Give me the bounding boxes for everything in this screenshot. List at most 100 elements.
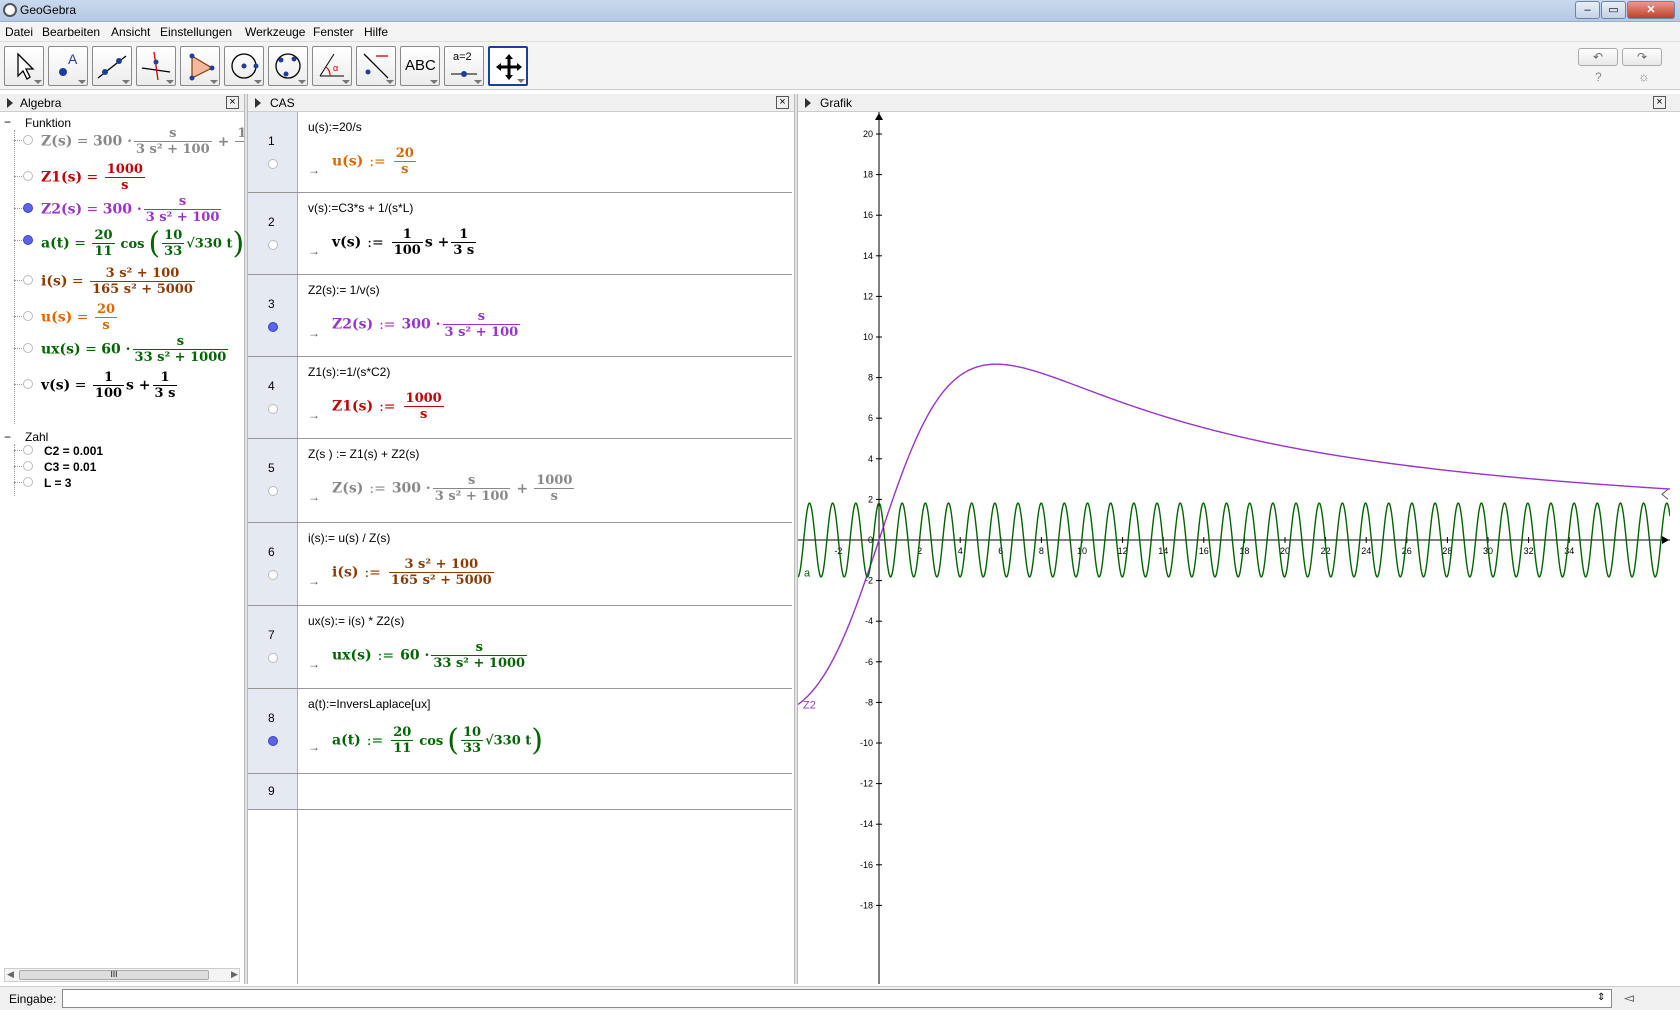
visibility-toggle[interactable] (268, 570, 278, 580)
collapse-side-arrow-icon[interactable] (1661, 488, 1669, 500)
visibility-toggle[interactable] (23, 477, 33, 487)
close-graphics-icon[interactable]: × (1653, 96, 1666, 109)
algebra-item-us[interactable]: u(s) = 20 s (41, 302, 119, 333)
visibility-toggle[interactable] (268, 404, 278, 414)
graphics-view[interactable]: -2 2 4 6 8 10 12 14 16 18 20 22 24 26 28 30 32 34 20 18 16 14… (797, 112, 1671, 984)
visibility-toggle[interactable] (23, 445, 33, 455)
move-tool-button[interactable] (4, 46, 44, 86)
collapse-funktion-icon[interactable]: − (4, 115, 11, 129)
visibility-toggle[interactable] (23, 275, 33, 285)
visibility-toggle[interactable] (23, 379, 33, 389)
slider-tool-button[interactable]: a=2 (444, 46, 484, 86)
collapse-triangle-icon[interactable] (7, 98, 13, 108)
cas-row-header[interactable]: 2 (248, 193, 298, 274)
redo-button[interactable]: ↷ (1622, 48, 1662, 66)
visibility-toggle[interactable] (268, 486, 278, 496)
visibility-toggle[interactable] (23, 235, 33, 245)
menu-fenster[interactable]: Fenster (313, 25, 354, 39)
polygon-tool-button[interactable] (180, 46, 220, 86)
circle-tool-button[interactable] (224, 46, 264, 86)
algebra-item-is[interactable]: i(s) = 3 s² + 100 165 s² + 5000 (41, 266, 197, 297)
conic-tool-button[interactable] (268, 46, 308, 86)
cas-input-text[interactable]: Z2(s):= 1/v(s) (308, 283, 380, 297)
algebra-item-at[interactable]: a(t) = 20 11 cos(10 33 √330 t) (41, 226, 244, 261)
cas-cell[interactable]: 7 ux(s):= i(s) * Z2(s) → ux(s):= 60 · s 33 s² … (248, 606, 792, 689)
visibility-toggle[interactable] (268, 653, 278, 663)
close-cas-icon[interactable]: × (776, 96, 789, 109)
cas-row-header[interactable]: 3 (248, 275, 298, 356)
minimize-button[interactable]: – (1575, 1, 1600, 19)
number-c2[interactable]: C2 = 0.001 (44, 444, 103, 458)
visibility-toggle[interactable] (268, 159, 278, 169)
move-graphics-tool-button[interactable] (488, 46, 528, 86)
collapse-triangle-icon[interactable] (255, 98, 261, 108)
cas-input-text[interactable]: Z(s ) := Z1(s) + Z2(s) (308, 447, 419, 461)
menu-bearbeiten[interactable]: Bearbeiten (42, 25, 100, 39)
text-tool-button[interactable]: ABC (400, 46, 440, 86)
line-tool-button[interactable] (92, 46, 132, 86)
visibility-toggle[interactable] (23, 343, 33, 353)
cas-input-text[interactable]: Z1(s):=1/(s*C2) (308, 365, 390, 379)
cas-cell[interactable]: 2 v(s):=C3*s + 1/(s*L) → v(s):= 1 100 s +1 3 s (248, 193, 792, 275)
cas-row-header[interactable]: 7 (248, 606, 298, 688)
settings-icon[interactable]: ☼ (1638, 69, 1650, 84)
algebra-item-zs[interactable]: Z(s) = 300 ·s3 s² + 100+1000s (41, 126, 244, 157)
input-history-dropdown-icon[interactable]: ⇕ (1597, 992, 1605, 1003)
cas-cell[interactable]: 1 u(s):=20/s → u(s):= 20 s (248, 112, 792, 193)
visibility-toggle[interactable] (23, 311, 33, 321)
visibility-toggle[interactable] (23, 461, 33, 471)
visibility-toggle[interactable] (23, 135, 33, 145)
algebra-item-vs[interactable]: v(s) = 1 100 s +1 3 s (41, 370, 179, 401)
cas-row-header[interactable]: 6 (248, 523, 298, 605)
cas-row-header[interactable]: 9 (248, 774, 298, 809)
collapse-zahl-icon[interactable]: − (4, 430, 11, 444)
cas-row-header[interactable]: 5 (248, 439, 298, 522)
cas-input-text[interactable]: ux(s):= i(s) * Z2(s) (308, 614, 404, 628)
menu-hilfe[interactable]: Hilfe (364, 25, 388, 39)
algebra-item-z2s[interactable]: Z2(s) = 300 · s 3 s² + 100 (41, 194, 223, 225)
point-tool-button[interactable]: A (48, 46, 88, 86)
maximize-button[interactable]: ▭ (1601, 1, 1626, 19)
cas-cell[interactable]: 6 i(s):= u(s) / Z(s) → i(s):= 3 s² + 100 165 … (248, 523, 792, 606)
cas-input-text[interactable]: v(s):=C3*s + 1/(s*L) (308, 201, 413, 215)
close-algebra-icon[interactable]: × (226, 96, 239, 109)
algebra-horizontal-scrollbar[interactable]: ◀ III ▶ (4, 968, 240, 982)
visibility-toggle[interactable] (268, 736, 278, 746)
graphics-panel-title: Grafik (820, 96, 853, 110)
reflect-tool-button[interactable] (356, 46, 396, 86)
visibility-toggle[interactable] (268, 240, 278, 250)
z2-curve[interactable] (797, 363, 1671, 706)
menu-werkzeuge[interactable]: Werkzeuge (245, 25, 305, 39)
perpendicular-tool-button[interactable] (136, 46, 176, 86)
cas-cell[interactable]: 3 Z2(s):= 1/v(s) → Z2(s):= 300 · s 3 s² + 100 (248, 275, 792, 357)
help-icon[interactable]: ? (1595, 70, 1602, 84)
cas-row-header[interactable]: 4 (248, 357, 298, 438)
menu-datei[interactable]: Datei (5, 25, 33, 39)
cas-input-text[interactable]: i(s):= u(s) / Z(s) (308, 531, 390, 545)
graph-canvas[interactable]: -2 2 4 6 8 10 12 14 16 18 20 22 24 26 28 30 32 3420181614… (797, 112, 1671, 984)
symbol-keyboard-icon[interactable]: ◅ (1624, 990, 1634, 1006)
cas-cell[interactable]: 4 Z1(s):=1/(s*C2) → Z1(s):= 1000 s (248, 357, 792, 439)
cas-input-text[interactable]: u(s):=20/s (308, 120, 362, 134)
close-button[interactable]: ✕ (1627, 1, 1675, 19)
algebra-item-z1s[interactable]: Z1(s) = 1000 s (41, 162, 147, 193)
menu-einstellungen[interactable]: Einstellungen (160, 25, 232, 39)
number-c3[interactable]: C3 = 0.01 (44, 460, 96, 474)
number-l[interactable]: L = 3 (44, 476, 71, 490)
menu-ansicht[interactable]: Ansicht (111, 25, 150, 39)
input-field[interactable] (62, 989, 1612, 1008)
undo-button[interactable]: ↶ (1578, 48, 1618, 66)
cas-cell[interactable]: 5 Z(s ) := Z1(s) + Z2(s) → Z(s):= 300 · s 3 s²… (248, 439, 792, 523)
scroll-thumb[interactable]: III (19, 970, 209, 980)
collapse-triangle-icon[interactable] (805, 98, 811, 108)
cas-input-text[interactable]: a(t):=InversLaplace[ux] (308, 697, 430, 711)
angle-tool-button[interactable]: α (312, 46, 352, 86)
cas-row-header[interactable]: 8 (248, 689, 298, 773)
cas-cell[interactable]: 8 a(t):=InversLaplace[ux] → a(t):= 20 11 cos(1… (248, 689, 792, 774)
visibility-toggle[interactable] (268, 322, 278, 332)
cas-row-header[interactable]: 1 (248, 112, 298, 192)
cas-cell[interactable]: 9 (248, 774, 792, 810)
visibility-toggle[interactable] (23, 203, 33, 213)
visibility-toggle[interactable] (23, 171, 33, 181)
algebra-item-uxs[interactable]: ux(s) = 60 · s 33 s² + 1000 (41, 334, 230, 365)
